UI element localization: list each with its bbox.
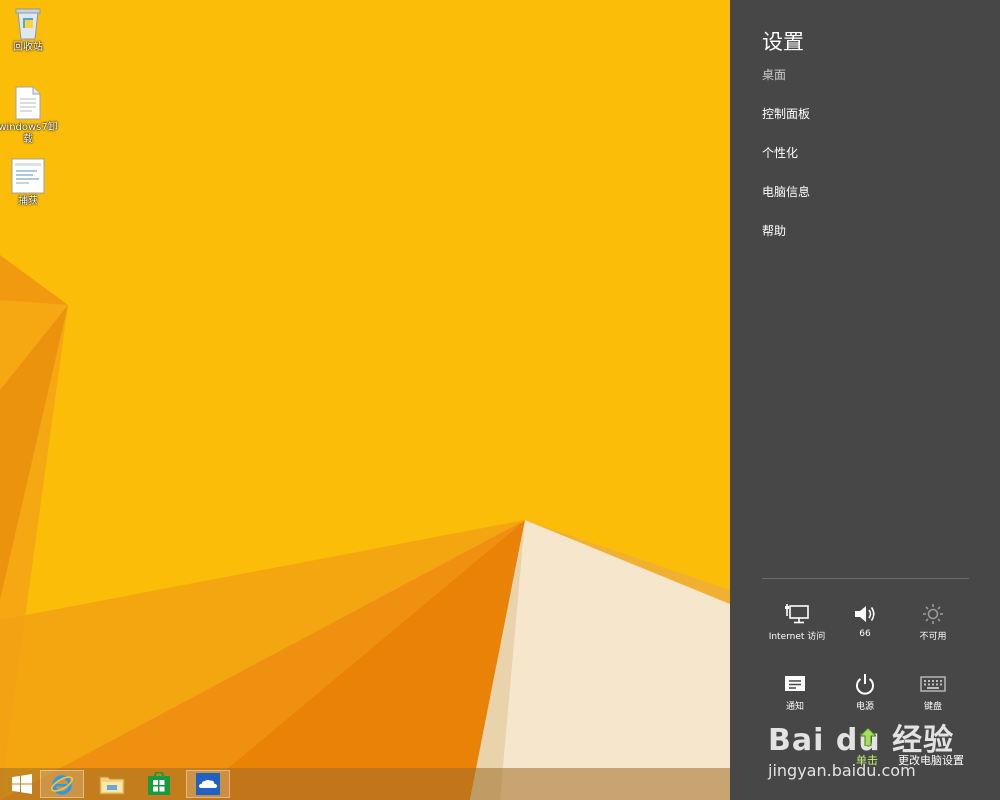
recycle-bin-icon [15, 8, 41, 40]
pane-title: 设置 [762, 30, 804, 54]
link-pc-info[interactable]: 电脑信息 [762, 183, 810, 200]
notifications-tile[interactable]: 通知 [760, 673, 830, 712]
notifications-icon [785, 676, 805, 691]
taskbar [0, 768, 730, 800]
text-file-icon [15, 86, 41, 120]
pane-divider [762, 578, 969, 579]
keyboard-tile[interactable]: 键盘 [898, 673, 968, 712]
power-tile[interactable]: 电源 [830, 673, 900, 712]
cursor-arrow-icon [860, 728, 876, 746]
speaker-icon [855, 606, 875, 622]
desktop-icon-label: 捕获 [18, 196, 38, 207]
taskbar-file-explorer[interactable] [90, 770, 134, 798]
brightness-icon [923, 604, 943, 624]
change-pc-settings-link[interactable]: 更改电脑设置 [898, 752, 964, 768]
ie-icon [50, 775, 74, 795]
pane-context-label: 桌面 [762, 68, 787, 82]
desktop-icon-label: windows7卸载 [0, 122, 58, 145]
taskbar-store[interactable] [137, 770, 181, 798]
power-icon [856, 674, 874, 695]
taskbar-onedrive[interactable] [186, 770, 230, 798]
desktop-icon-image-file[interactable]: 捕获 [0, 158, 58, 208]
windows-logo-icon [12, 774, 32, 794]
taskbar-internet-explorer[interactable] [40, 770, 84, 798]
desktop-icon-label: 回收站 [13, 42, 43, 53]
power-label: 电源 [855, 702, 874, 712]
brightness-tile[interactable]: 不可用 [898, 603, 968, 642]
folder-icon [99, 776, 125, 795]
link-control-panel[interactable]: 控制面板 [762, 105, 810, 122]
cloud-icon [196, 773, 220, 795]
network-label: Internet 访问 [768, 632, 826, 642]
volume-level: 66 [859, 629, 871, 639]
desktop-icon-recycle-bin[interactable]: 回收站 [0, 6, 58, 54]
keyboard-icon [920, 676, 946, 692]
image-file-icon [11, 158, 45, 194]
settings-pane: 设置 桌面 控制面板 个性化 电脑信息 帮助 Internet 访问 66 不可… [730, 0, 1000, 800]
link-help[interactable]: 帮助 [762, 222, 786, 239]
click-hint-label: 单击 [856, 754, 878, 767]
desktop-icon-text-file[interactable]: windows7卸载 [0, 86, 58, 146]
brightness-label: 不可用 [919, 632, 947, 642]
volume-tile[interactable]: 66 [830, 603, 900, 639]
desktop: 回收站 windows7卸载 捕获 [0, 0, 730, 800]
network-icon [785, 604, 809, 624]
keyboard-label: 键盘 [923, 702, 942, 712]
store-icon [148, 772, 170, 795]
start-button[interactable] [0, 770, 44, 798]
wallpaper [0, 0, 730, 800]
link-personalization[interactable]: 个性化 [762, 144, 798, 161]
network-tile[interactable]: Internet 访问 [762, 603, 832, 642]
notifications-label: 通知 [785, 702, 804, 712]
